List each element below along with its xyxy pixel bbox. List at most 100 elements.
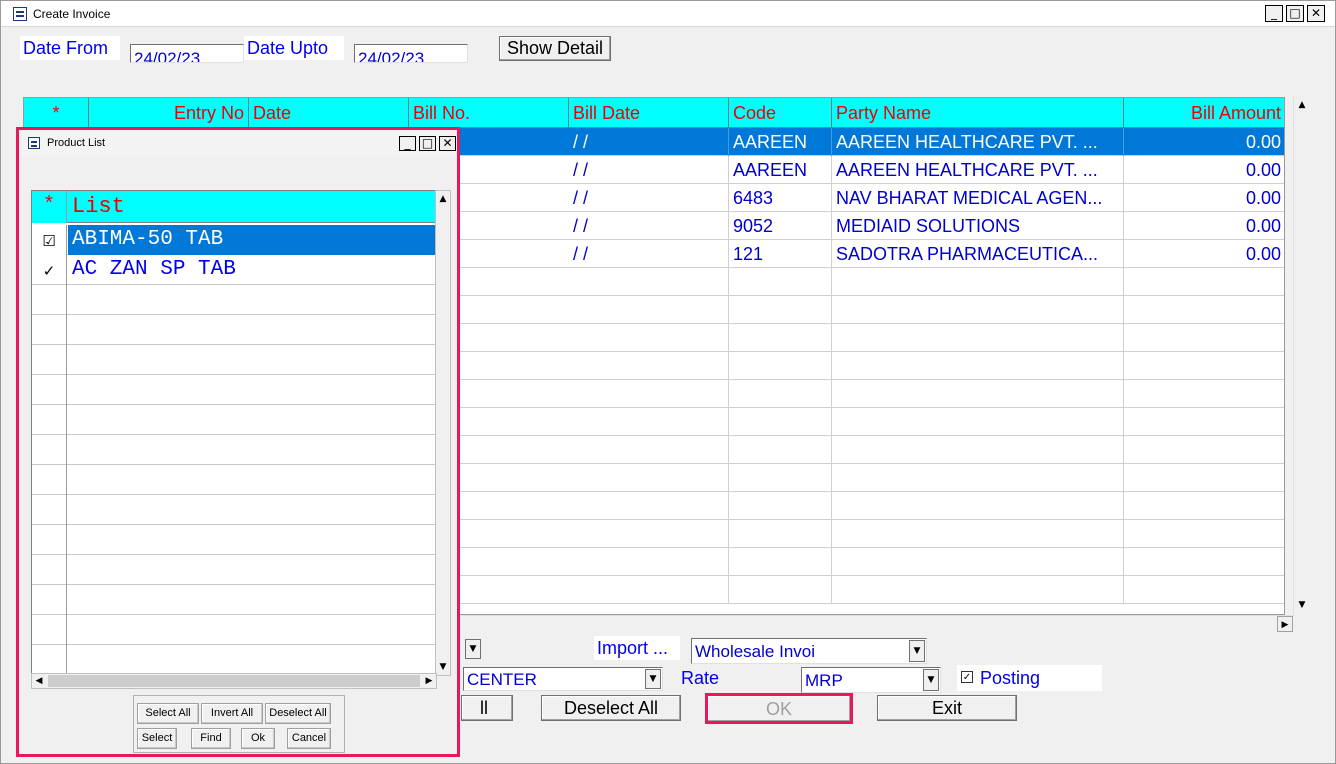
show-detail-button[interactable]: Show Detail bbox=[499, 36, 611, 61]
list-item-empty bbox=[32, 435, 436, 465]
grid-header-date[interactable]: Date bbox=[249, 98, 409, 128]
list-item-empty bbox=[32, 645, 436, 675]
import-label[interactable]: Import ... bbox=[594, 636, 680, 660]
chevron-down-icon[interactable]: ▼ bbox=[923, 669, 939, 691]
list-item-empty bbox=[32, 465, 436, 495]
grid-header-star: * bbox=[24, 98, 89, 128]
minimize-button[interactable]: _ bbox=[399, 136, 416, 151]
center-select[interactable]: CENTER bbox=[463, 667, 663, 691]
list-item[interactable]: ✓ AC ZAN SP TAB bbox=[32, 255, 436, 285]
ok-button[interactable]: OK bbox=[705, 693, 853, 724]
grid-cell-party-name: NAV BHARAT MEDICAL AGEN... bbox=[832, 184, 1124, 212]
find-button[interactable]: Find bbox=[191, 728, 231, 749]
list-item-empty bbox=[32, 585, 436, 615]
grid-header-bill-amount[interactable]: Bill Amount bbox=[1124, 98, 1284, 128]
grid-header-bill-date[interactable]: Bill Date bbox=[569, 98, 729, 128]
list-item-empty bbox=[32, 495, 436, 525]
item-name: ABIMA-50 TAB bbox=[68, 225, 436, 255]
list-item-empty bbox=[32, 405, 436, 435]
scroll-right-icon[interactable]: ▶ bbox=[1277, 616, 1293, 632]
chevron-down-icon[interactable]: ▼ bbox=[909, 640, 925, 662]
window-menu-icon[interactable] bbox=[28, 137, 40, 149]
date-from-field[interactable]: 24/02/23 bbox=[130, 44, 244, 63]
deselect-all-button[interactable]: Deselect All bbox=[541, 695, 681, 721]
date-upto-field[interactable]: 24/02/23 bbox=[354, 44, 468, 63]
scroll-up-icon[interactable]: ▲ bbox=[1294, 97, 1310, 113]
item-name: AC ZAN SP TAB bbox=[72, 258, 236, 281]
grid-cell-bill-amount: 0.00 bbox=[1124, 156, 1284, 184]
product-list-vertical-scrollbar[interactable]: ▲ ▼ bbox=[435, 190, 451, 676]
grid-cell-bill-amount: 0.00 bbox=[1124, 128, 1284, 156]
grid-header-bill-no[interactable]: Bill No. bbox=[409, 98, 569, 128]
grid-cell-code: AAREEN bbox=[729, 128, 832, 156]
list-item-empty bbox=[32, 285, 436, 315]
rate-select[interactable]: MRP bbox=[801, 667, 941, 693]
grid-cell-party-name: MEDIAID SOLUTIONS bbox=[832, 212, 1124, 240]
ok-button[interactable]: Ok bbox=[241, 728, 275, 749]
list-item-empty bbox=[32, 615, 436, 645]
product-list-button-panel: Select All Invert All Deselect All Selec… bbox=[133, 695, 345, 753]
scroll-left-icon[interactable]: ◀ bbox=[32, 674, 46, 688]
invert-all-button[interactable]: Invert All bbox=[201, 703, 263, 724]
grid-cell-code: 9052 bbox=[729, 212, 832, 240]
deselect-all-button[interactable]: Deselect All bbox=[265, 703, 331, 724]
cancel-button[interactable]: Cancel bbox=[287, 728, 331, 749]
list-item[interactable]: ☑ ABIMA-50 TAB bbox=[32, 225, 436, 255]
select-button[interactable]: Select bbox=[137, 728, 177, 749]
maximize-button[interactable]: □ bbox=[1286, 5, 1304, 22]
select-all-button[interactable]: Select All bbox=[137, 703, 199, 724]
grid-cell-party-name: AAREEN HEALTHCARE PVT. ... bbox=[832, 128, 1124, 156]
date-upto-label: Date Upto bbox=[244, 36, 344, 60]
product-list-horizontal-scrollbar[interactable]: ◀ ▶ bbox=[31, 673, 437, 689]
minimize-button[interactable]: _ bbox=[1265, 5, 1283, 22]
product-list-header-star: * bbox=[32, 191, 67, 223]
grid-cell-code: AAREEN bbox=[729, 156, 832, 184]
item-checkbox[interactable]: ☑ bbox=[32, 225, 67, 255]
posting-label: Posting bbox=[980, 668, 1041, 688]
posting-checkbox-group[interactable]: ✓ Posting bbox=[957, 665, 1102, 691]
list-item-empty bbox=[32, 525, 436, 555]
exit-button[interactable]: Exit bbox=[877, 695, 1017, 721]
product-list-grid[interactable]: * List ☑ ABIMA-50 TAB ✓ AC ZAN SP TAB bbox=[31, 190, 437, 676]
chevron-down-icon[interactable]: ▼ bbox=[645, 669, 661, 689]
grid-cell-bill-amount: 0.00 bbox=[1124, 240, 1284, 268]
grid-cell-bill-date: / / bbox=[569, 156, 729, 184]
grid-cell-bill-amount: 0.00 bbox=[1124, 184, 1284, 212]
product-list-header: * List bbox=[32, 191, 436, 223]
grid-cell-bill-date: / / bbox=[569, 212, 729, 240]
product-list-header-list[interactable]: List bbox=[68, 191, 436, 223]
window-title: Create Invoice bbox=[33, 7, 111, 21]
maximize-button[interactable]: □ bbox=[419, 136, 436, 151]
grid-cell-code: 6483 bbox=[729, 184, 832, 212]
grid-header-code[interactable]: Code bbox=[729, 98, 832, 128]
list-item-empty bbox=[32, 315, 436, 345]
list-item-empty bbox=[32, 345, 436, 375]
grid-header-party-name[interactable]: Party Name bbox=[832, 98, 1124, 128]
close-button[interactable]: ✕ bbox=[439, 136, 456, 151]
chevron-down-icon[interactable]: ▼ bbox=[465, 639, 481, 659]
grid-cell-bill-amount: 0.00 bbox=[1124, 212, 1284, 240]
invoice-type-select[interactable]: Wholesale Invoi bbox=[691, 638, 927, 664]
item-checkbox[interactable]: ✓ bbox=[32, 255, 67, 285]
select-all-button[interactable]: ll bbox=[461, 695, 513, 721]
scroll-thumb[interactable] bbox=[48, 675, 420, 687]
list-item-empty bbox=[32, 555, 436, 585]
product-list-title-bar: Product List _ □ ✕ bbox=[19, 130, 457, 156]
grid-vertical-scrollbar[interactable]: ▲ ▼ bbox=[1293, 97, 1311, 615]
scroll-down-icon[interactable]: ▼ bbox=[1294, 597, 1310, 613]
scroll-up-icon[interactable]: ▲ bbox=[436, 191, 450, 207]
close-button[interactable]: ✕ bbox=[1307, 5, 1325, 22]
title-bar: Create Invoice _ □ ✕ bbox=[1, 1, 1335, 27]
grid-cell-bill-date: / / bbox=[569, 184, 729, 212]
grid-cell-bill-date: / / bbox=[569, 128, 729, 156]
window-menu-icon[interactable] bbox=[13, 7, 27, 21]
grid-cell-party-name: AAREEN HEALTHCARE PVT. ... bbox=[832, 156, 1124, 184]
product-list-title: Product List bbox=[47, 137, 106, 149]
grid-cell-party-name: SADOTRA PHARMACEUTICA... bbox=[832, 240, 1124, 268]
scroll-down-icon[interactable]: ▼ bbox=[436, 659, 450, 675]
grid-header-entry-no[interactable]: Entry No bbox=[89, 98, 249, 128]
rate-label: Rate bbox=[681, 668, 720, 688]
grid-horizontal-scrollbar[interactable]: ▶ bbox=[461, 615, 1295, 632]
scroll-right-icon[interactable]: ▶ bbox=[422, 674, 436, 688]
posting-checkbox[interactable]: ✓ bbox=[961, 671, 973, 683]
